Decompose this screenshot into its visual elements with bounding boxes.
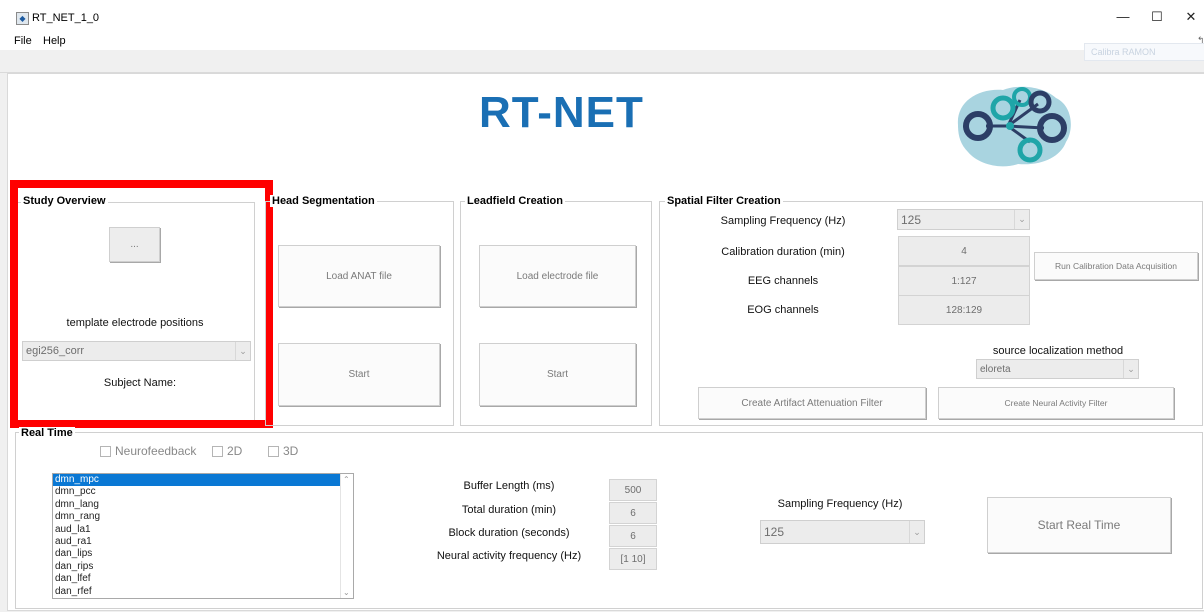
eog-channels-field[interactable]: 128:129	[898, 295, 1030, 325]
run-calibration-button[interactable]: Run Calibration Data Acquisition	[1034, 252, 1198, 280]
list-item[interactable]: dan_lips	[53, 548, 353, 560]
leadfield-start-button[interactable]: Start	[479, 343, 636, 406]
total-duration-label: Total duration (min)	[461, 504, 557, 516]
artifact-filter-button[interactable]: Create Artifact Attenuation Filter	[698, 387, 926, 419]
neurofeedback-checkbox[interactable]: Neurofeedback	[100, 444, 196, 458]
calibration-duration-label: Calibration duration (min)	[721, 246, 845, 258]
list-item[interactable]: dmn_lang	[53, 499, 353, 511]
source-localization-label: source localization method	[992, 345, 1124, 357]
spatial-filter-legend: Spatial Filter Creation	[665, 195, 783, 207]
toolbar	[0, 50, 1204, 73]
source-localization-select[interactable]: eloreta ⌄	[976, 359, 1139, 379]
load-anat-button[interactable]: Load ANAT file	[278, 245, 440, 307]
chevron-down-icon: ⌄	[909, 521, 924, 543]
rt-sampling-label: Sampling Frequency (Hz)	[777, 498, 903, 510]
two-d-label: 2D	[227, 444, 243, 458]
chevron-up-icon[interactable]: ⌃	[343, 475, 350, 484]
real-time-legend: Real Time	[19, 427, 75, 439]
maximize-button[interactable]: ☐	[1142, 6, 1172, 28]
calibration-duration-field[interactable]: 4	[898, 236, 1030, 266]
checkbox-box	[100, 445, 111, 457]
brain-network-logo	[957, 86, 1071, 167]
highlight-box	[10, 180, 273, 428]
checkbox-box	[268, 445, 279, 457]
network-listbox[interactable]: dmn_mpc dmn_pcc dmn_lang dmn_rang aud_la…	[52, 473, 354, 599]
eeg-channels-label: EEG channels	[747, 275, 819, 287]
list-item[interactable]: dmn_pcc	[53, 486, 353, 498]
eog-channels-label: EOG channels	[747, 304, 819, 316]
buffer-length-label: Buffer Length (ms)	[463, 480, 555, 492]
list-item[interactable]: dmn_rang	[53, 511, 353, 523]
menu-file[interactable]: File	[14, 35, 32, 47]
chevron-down-icon[interactable]: ⌄	[343, 588, 350, 597]
neural-frequency-field[interactable]: [1 10]	[609, 548, 657, 570]
app-title: RT-NET	[479, 88, 644, 137]
chevron-down-icon: ⌄	[1014, 210, 1029, 229]
eeg-channels-field[interactable]: 1:127	[898, 266, 1030, 296]
spatial-sampling-select[interactable]: 125 ⌄	[897, 209, 1030, 230]
list-item[interactable]: aud_la1	[53, 524, 353, 536]
list-item[interactable]: dan_rips	[53, 561, 353, 573]
head-seg-start-button[interactable]: Start	[278, 343, 440, 406]
three-d-checkbox[interactable]: 3D	[268, 444, 298, 458]
head-segmentation-legend: Head Segmentation	[270, 195, 377, 207]
load-electrode-button[interactable]: Load electrode file	[479, 245, 636, 307]
menu-bar	[0, 32, 1204, 50]
minimize-button[interactable]: —	[1108, 6, 1138, 28]
chevron-down-icon: ⌄	[1123, 360, 1138, 378]
list-item[interactable]: dmn_mpc	[53, 474, 353, 487]
list-item[interactable]: dan_rfef	[53, 586, 353, 598]
rt-sampling-value: 125	[764, 525, 785, 539]
total-duration-field[interactable]: 6	[609, 502, 657, 524]
neural-frequency-label: Neural activity frequency (Hz)	[436, 550, 582, 562]
source-localization-value: eloreta	[980, 363, 1011, 375]
spatial-sampling-label: Sampling Frequency (Hz)	[720, 215, 846, 227]
menu-help[interactable]: Help	[43, 35, 66, 47]
toolbar-ghost-button[interactable]: Calibra RAMON	[1084, 43, 1204, 61]
title-bar	[0, 0, 1204, 32]
listbox-scrollbar[interactable]: ⌃ ⌄	[340, 474, 353, 598]
two-d-checkbox[interactable]: 2D	[212, 444, 242, 458]
window-title: RT_NET_1_0	[32, 12, 100, 24]
buffer-length-field[interactable]: 500	[609, 479, 657, 501]
neurofeedback-label: Neurofeedback	[115, 444, 197, 458]
close-button[interactable]: ✕	[1176, 6, 1204, 28]
matlab-icon: ◆	[16, 12, 29, 25]
neural-activity-filter-button[interactable]: Create Neural Activity Filter	[938, 387, 1174, 419]
spatial-sampling-value: 125	[901, 212, 922, 227]
block-duration-field[interactable]: 6	[609, 525, 657, 547]
leadfield-legend: Leadfield Creation	[465, 195, 565, 207]
checkbox-box	[212, 445, 223, 457]
start-real-time-button[interactable]: Start Real Time	[987, 497, 1171, 553]
list-item[interactable]: aud_ra1	[53, 536, 353, 548]
three-d-label: 3D	[283, 444, 299, 458]
list-item[interactable]: dan_lfef	[53, 573, 353, 585]
block-duration-label: Block duration (seconds)	[448, 527, 570, 539]
rt-sampling-select[interactable]: 125 ⌄	[760, 520, 925, 544]
